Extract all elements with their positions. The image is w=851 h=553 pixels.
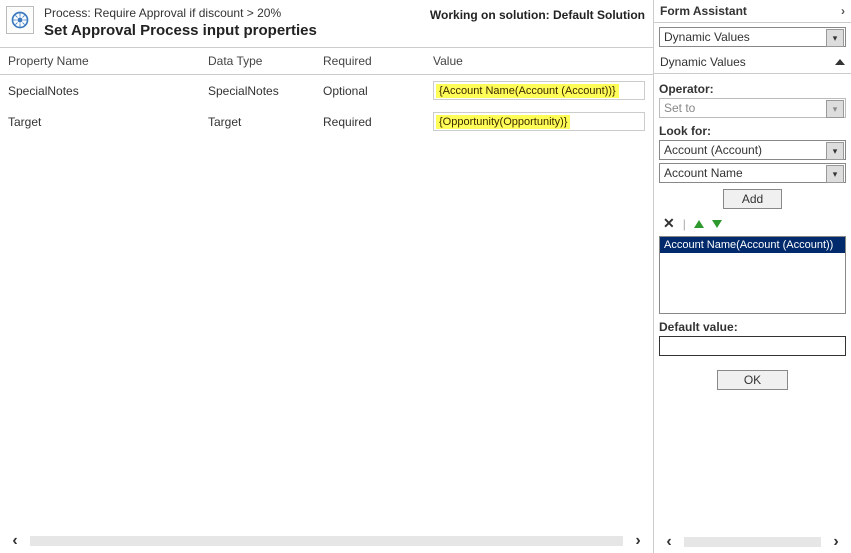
collapse-up-icon[interactable] <box>835 59 845 65</box>
add-button[interactable]: Add <box>723 189 782 209</box>
separator: | <box>683 217 686 231</box>
operator-label: Operator: <box>659 82 846 96</box>
dropdown-icon[interactable]: ▾ <box>826 29 844 47</box>
value-input[interactable]: {Account Name(Account (Account))} <box>433 81 645 100</box>
dropdown-icon[interactable]: ▾ <box>826 100 844 118</box>
default-value-label: Default value: <box>659 320 846 334</box>
form-assistant-title: Form Assistant <box>660 4 747 18</box>
form-assistant-header[interactable]: Form Assistant › <box>654 0 851 23</box>
dropdown-icon[interactable]: ▾ <box>826 165 844 183</box>
delete-icon[interactable]: ✕ <box>663 215 675 232</box>
col-property-name: Property Name <box>0 48 200 74</box>
operator-select[interactable]: Set to▾ <box>659 98 846 118</box>
tokens-listbox[interactable]: Account Name(Account (Account)) <box>659 236 846 314</box>
scroll-right-icon[interactable]: › <box>627 532 649 550</box>
chevron-right-icon[interactable]: › <box>841 4 845 18</box>
dropdown-icon[interactable]: ▾ <box>826 142 844 160</box>
process-icon <box>6 6 34 34</box>
list-item[interactable]: Account Name(Account (Account)) <box>660 237 845 253</box>
solution-line: Working on solution: Default Solution <box>430 6 645 22</box>
properties-table-header: Property Name Data Type Required Value <box>0 47 653 75</box>
cell-required: Required <box>315 115 425 129</box>
process-line: Process: Require Approval if discount > … <box>44 6 430 20</box>
cell-property: SpecialNotes <box>0 84 200 98</box>
scroll-left-icon[interactable]: ‹ <box>4 532 26 550</box>
table-row: SpecialNotes SpecialNotes Optional {Acco… <box>0 75 653 106</box>
value-token[interactable]: {Opportunity(Opportunity)} <box>436 115 570 129</box>
value-token[interactable]: {Account Name(Account (Account))} <box>436 84 619 98</box>
scroll-track[interactable] <box>30 536 623 546</box>
horizontal-scrollbar[interactable]: ‹ › <box>654 531 851 553</box>
lookfor-attribute-select[interactable]: Account Name▾ <box>659 163 846 183</box>
assistant-section-select[interactable]: Dynamic Values▾ <box>659 27 846 47</box>
ok-button[interactable]: OK <box>717 370 788 390</box>
lookfor-label: Look for: <box>659 124 846 138</box>
scroll-track[interactable] <box>684 537 821 547</box>
move-down-icon[interactable] <box>712 220 722 228</box>
dynamic-values-section-header[interactable]: Dynamic Values <box>654 51 851 73</box>
default-value-input[interactable] <box>659 336 846 356</box>
col-data-type: Data Type <box>200 48 315 74</box>
page-title: Set Approval Process input properties <box>44 22 430 39</box>
value-input[interactable]: {Opportunity(Opportunity)} <box>433 112 645 131</box>
table-row: Target Target Required {Opportunity(Oppo… <box>0 106 653 137</box>
col-value: Value <box>425 48 653 74</box>
dynamic-values-label: Dynamic Values <box>660 55 746 69</box>
cell-datatype: Target <box>200 115 315 129</box>
cell-property: Target <box>0 115 200 129</box>
move-up-icon[interactable] <box>694 220 704 228</box>
cell-datatype: SpecialNotes <box>200 84 315 98</box>
scroll-left-icon[interactable]: ‹ <box>658 533 680 551</box>
col-required: Required <box>315 48 425 74</box>
cell-required: Optional <box>315 84 425 98</box>
horizontal-scrollbar[interactable]: ‹ › <box>0 529 653 553</box>
scroll-right-icon[interactable]: › <box>825 533 847 551</box>
lookfor-entity-select[interactable]: Account (Account)▾ <box>659 140 846 160</box>
